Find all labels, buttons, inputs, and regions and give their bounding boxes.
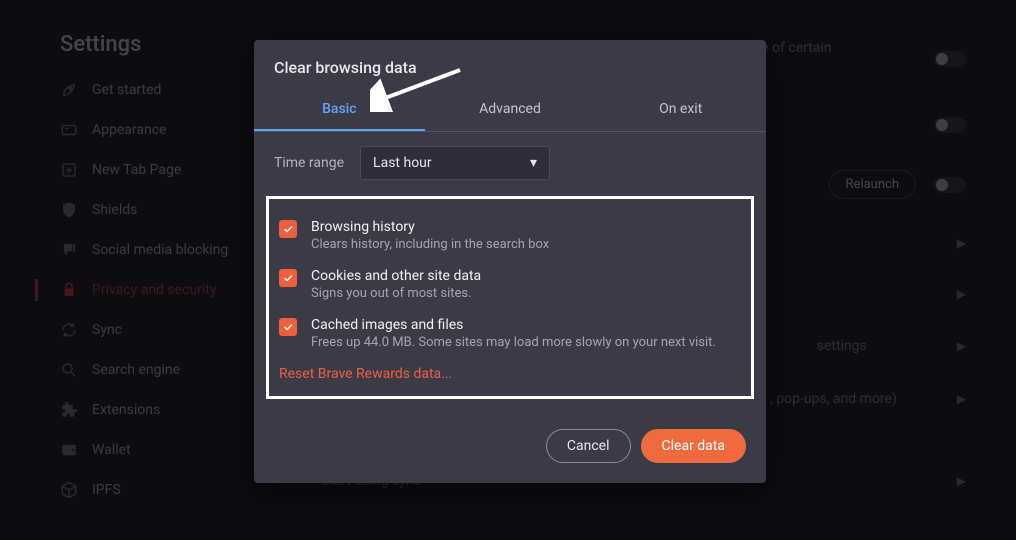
option-title: Cached images and files bbox=[311, 317, 716, 333]
modal-title: Clear browsing data bbox=[254, 40, 766, 91]
option-cache[interactable]: Cached images and files Frees up 44.0 MB… bbox=[279, 309, 741, 358]
clear-data-button[interactable]: Clear data bbox=[641, 429, 746, 463]
option-cookies[interactable]: Cookies and other site data Signs you ou… bbox=[279, 260, 741, 309]
option-desc: Clears history, including in the search … bbox=[311, 237, 549, 252]
options-highlight-box: Browsing history Clears history, includi… bbox=[266, 196, 754, 399]
option-browsing-history[interactable]: Browsing history Clears history, includi… bbox=[279, 211, 741, 260]
clear-data-modal: Clear browsing data Basic Advanced On ex… bbox=[254, 40, 766, 483]
dropdown-icon: ▾ bbox=[530, 155, 537, 171]
checkbox-browsing-history[interactable] bbox=[279, 220, 297, 238]
option-desc: Signs you out of most sites. bbox=[311, 286, 481, 301]
option-title: Cookies and other site data bbox=[311, 268, 481, 284]
modal-tabs: Basic Advanced On exit bbox=[254, 91, 766, 132]
option-title: Browsing history bbox=[311, 219, 549, 235]
checkbox-cache[interactable] bbox=[279, 318, 297, 336]
tab-onexit[interactable]: On exit bbox=[595, 91, 766, 131]
reset-rewards-link[interactable]: Reset Brave Rewards data... bbox=[279, 358, 741, 384]
time-range-select[interactable]: Last hour ▾ bbox=[360, 146, 550, 180]
tab-advanced[interactable]: Advanced bbox=[425, 91, 596, 131]
option-desc: Frees up 44.0 MB. Some sites may load mo… bbox=[311, 335, 716, 350]
checkbox-cookies[interactable] bbox=[279, 269, 297, 287]
tab-basic[interactable]: Basic bbox=[254, 91, 425, 131]
time-range-label: Time range bbox=[274, 155, 344, 171]
cancel-button[interactable]: Cancel bbox=[546, 429, 631, 463]
time-range-value: Last hour bbox=[373, 155, 432, 171]
